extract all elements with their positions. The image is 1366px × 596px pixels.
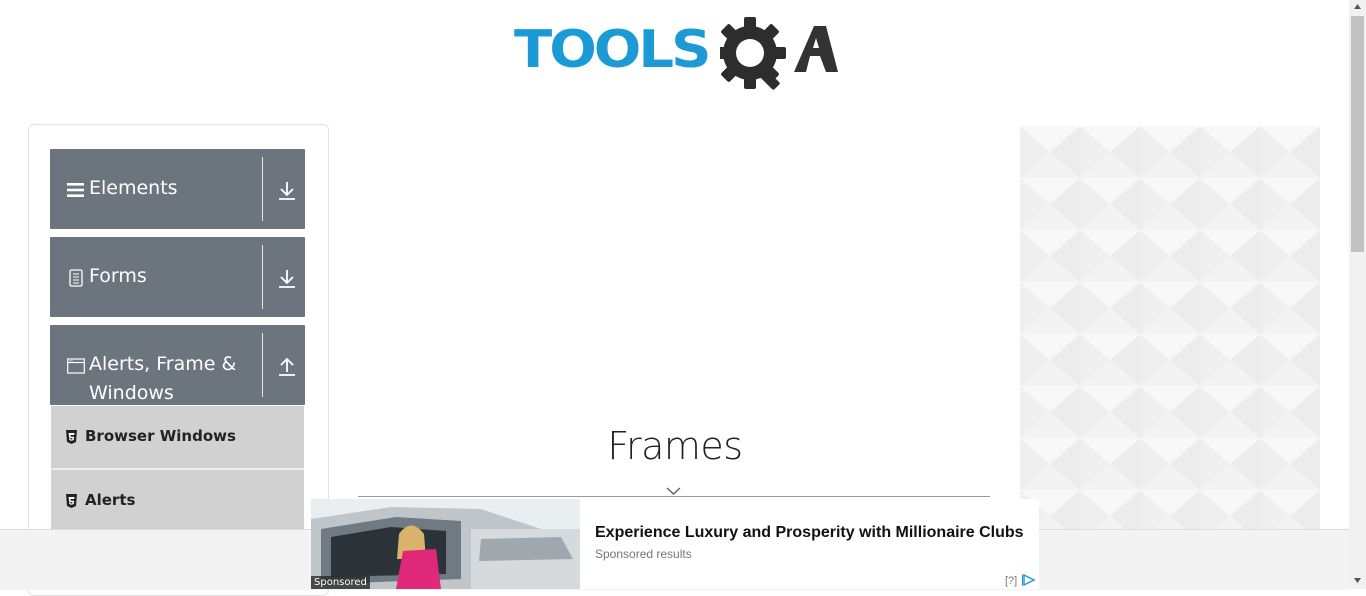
toolsqa-logo[interactable]: TOOLS	[514, 14, 840, 94]
hamburger-icon	[67, 183, 84, 197]
group-alerts-frame-windows-label: Alerts, Frame & Windows	[89, 353, 237, 404]
bottom-advertisement[interactable]: Sponsored Experience Luxury and Prosperi…	[311, 499, 1039, 589]
ad-image[interactable]: Sponsored	[311, 499, 580, 589]
download-arrow-icon[interactable]	[278, 269, 296, 289]
group-separator	[262, 245, 263, 309]
upload-arrow-icon[interactable]	[278, 357, 296, 377]
scroll-down-arrow-icon[interactable]	[1354, 578, 1361, 583]
logo-gear-qa	[720, 17, 838, 90]
logo-text: TOOLS	[514, 20, 711, 80]
group-elements-label: Elements	[89, 177, 178, 199]
menu-item-alerts[interactable]: Alerts	[51, 470, 304, 534]
scroll-up-arrow-icon[interactable]	[1354, 4, 1361, 9]
page-title: Frames	[607, 424, 743, 468]
ad-sponsored-tag: Sponsored	[311, 576, 370, 589]
menu-item-label: Browser Windows	[85, 427, 236, 445]
group-forms-label: Forms	[89, 265, 147, 287]
ad-headline[interactable]: Experience Luxury and Prosperity with Mi…	[595, 524, 1024, 542]
ad-source: Sponsored results	[595, 547, 692, 561]
group-alerts-frame-windows-header[interactable]: Alerts, Frame & Windows	[50, 325, 305, 405]
ad-pattern-background	[1020, 126, 1320, 531]
group-elements-header[interactable]: Elements	[50, 149, 305, 229]
chevron-down-icon	[666, 487, 681, 495]
html5-icon	[66, 430, 77, 444]
menu-item-browser-windows[interactable]: Browser Windows	[51, 406, 304, 470]
group-separator	[262, 157, 263, 221]
download-arrow-icon[interactable]	[278, 181, 296, 201]
group-separator	[262, 333, 263, 397]
window-icon	[67, 358, 85, 374]
adchoices-icon[interactable]	[1022, 574, 1036, 586]
vertical-scrollbar[interactable]	[1349, 0, 1366, 589]
right-advertisement[interactable]	[1020, 126, 1320, 531]
scrollbar-thumb[interactable]	[1351, 16, 1364, 252]
ad-help-link[interactable]: [?]	[1005, 575, 1017, 587]
html5-icon	[66, 494, 77, 508]
group-forms-header[interactable]: Forms	[50, 237, 305, 317]
menu-item-label: Alerts	[85, 491, 136, 509]
left-menu-panel: Elements Forms Alerts, Frame & Windows B…	[28, 124, 329, 596]
title-divider	[358, 496, 990, 497]
document-icon	[69, 269, 83, 287]
